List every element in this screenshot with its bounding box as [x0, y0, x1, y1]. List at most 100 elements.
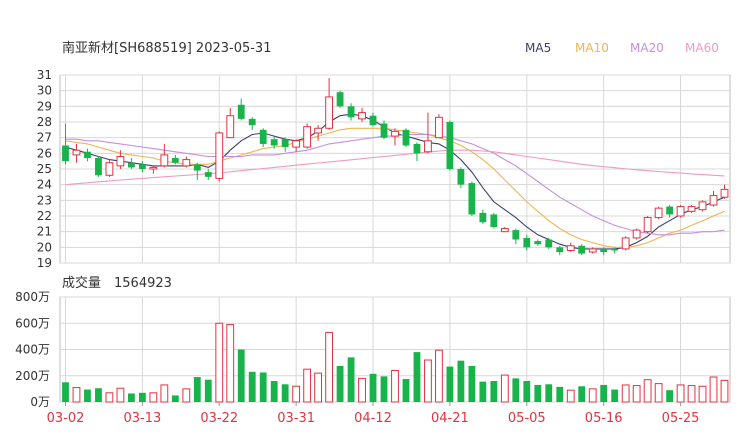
- candle-body: [226, 115, 235, 139]
- price-tick-label: 21: [37, 225, 52, 239]
- volume-bar: [127, 393, 135, 402]
- candle-body: [62, 145, 69, 162]
- candle-body: [698, 201, 707, 211]
- price-y-axis: 31 3029 28 2726 25 2423 22 2120 19: [37, 68, 52, 270]
- volume-bar: [643, 379, 652, 403]
- candle-body: [490, 214, 498, 227]
- candle-body: [380, 123, 388, 138]
- price-tick-label: 31: [37, 68, 52, 82]
- volume-bar: [292, 385, 301, 403]
- candle-body: [621, 237, 630, 250]
- candle-body: [578, 245, 586, 254]
- volume-tick-label: 600万: [15, 316, 50, 330]
- candle-body: [127, 162, 135, 168]
- volume-bar: [358, 377, 366, 403]
- volume-bar: [698, 385, 707, 403]
- candle-body: [687, 206, 696, 212]
- volume-bar: [413, 352, 421, 402]
- date-tick-label: 04-21: [431, 411, 469, 426]
- volume-bar: [479, 381, 487, 402]
- candle-body: [171, 158, 179, 163]
- candle-body: [347, 106, 355, 118]
- candle-body: [259, 129, 267, 144]
- candle-body: [632, 229, 641, 239]
- volume-bar: [556, 386, 564, 402]
- candle-body: [534, 241, 542, 245]
- volume-bar: [588, 388, 597, 403]
- volume-y-axis: 800万 600万 400万 200万 0万: [15, 290, 50, 409]
- candle-body: [95, 158, 102, 176]
- candle-body: [666, 206, 673, 215]
- price-tick-label: 24: [37, 178, 52, 192]
- volume-bar: [62, 382, 69, 402]
- candle-body: [643, 217, 652, 233]
- date-tick-label: 03-02: [47, 411, 85, 426]
- candle-body: [105, 162, 114, 176]
- date-tick-label: 03-13: [123, 411, 161, 426]
- volume-bar: [84, 389, 91, 402]
- volume-bar: [347, 357, 355, 402]
- candle-body: [556, 247, 564, 253]
- volume-bar: [424, 359, 432, 403]
- date-axis: 03-02 03-13 03-22 03-31 04-12 04-21 05-05 05-16…: [47, 402, 699, 426]
- volume-bar: [720, 379, 729, 403]
- candle-body: [84, 151, 91, 159]
- volume-bar: [566, 389, 575, 403]
- candle-body: [720, 188, 729, 198]
- date-tick-label: 03-31: [277, 411, 315, 426]
- candle-body: [435, 116, 443, 139]
- candle-body: [457, 169, 465, 185]
- candle-body: [182, 159, 191, 167]
- date-tick-label: 03-22: [200, 411, 238, 426]
- date-tick-label: 05-05: [508, 411, 546, 426]
- candle-body: [303, 126, 312, 148]
- volume-bar: [402, 379, 410, 402]
- candle-body: [479, 212, 487, 223]
- candle-body: [325, 96, 334, 129]
- candle-body: [413, 143, 421, 154]
- candle-body: [336, 92, 344, 107]
- volume-bar: [325, 331, 334, 403]
- candle-body: [215, 132, 224, 179]
- volume-bar: [193, 377, 201, 402]
- volume-bar: [226, 324, 235, 403]
- volume-title: 成交量: [62, 275, 101, 291]
- volume-tick-label: 400万: [15, 343, 50, 357]
- candle-body: [358, 112, 366, 120]
- volume-bar: [709, 376, 718, 403]
- candle-body: [149, 166, 158, 170]
- candle-body: [248, 118, 256, 126]
- volume-bar: [105, 392, 114, 403]
- volume-bar: [611, 389, 619, 402]
- candle-body: [709, 195, 718, 206]
- candle-body: [424, 140, 432, 153]
- stock-chart: 南亚新材[SH688519] 2023-05-31 MA5 MA10 MA20 …: [15, 40, 731, 426]
- volume-bar: [270, 381, 278, 402]
- candle-body: [446, 122, 454, 169]
- volume-bar: [534, 384, 542, 402]
- volume-bar: [259, 372, 267, 402]
- candle-body: [566, 245, 575, 251]
- volume-bar: [116, 387, 125, 403]
- candle-body: [512, 230, 520, 240]
- volume-bar: [468, 365, 476, 402]
- candle-body: [468, 183, 476, 215]
- candle-body: [160, 154, 169, 167]
- volume-bar: [687, 385, 696, 403]
- volume-value: 1564923: [114, 276, 172, 291]
- volume-tick-label: 800万: [15, 290, 50, 304]
- date-tick-label: 05-16: [585, 411, 623, 426]
- legend-ma5: MA5: [525, 41, 551, 55]
- volume-bar: [500, 374, 509, 403]
- candle-body: [292, 140, 301, 148]
- chart-title: 南亚新材[SH688519] 2023-05-31: [62, 40, 271, 56]
- legend-ma60: MA60: [685, 41, 719, 55]
- volume-bar: [435, 349, 443, 403]
- candle-body: [314, 127, 323, 134]
- volume-bar: [369, 373, 377, 402]
- price-tick-label: 29: [37, 99, 52, 113]
- volume-bar: [621, 384, 630, 403]
- price-tick-label: 22: [37, 209, 52, 223]
- candle-body: [600, 248, 608, 253]
- volume-bar: [578, 386, 586, 402]
